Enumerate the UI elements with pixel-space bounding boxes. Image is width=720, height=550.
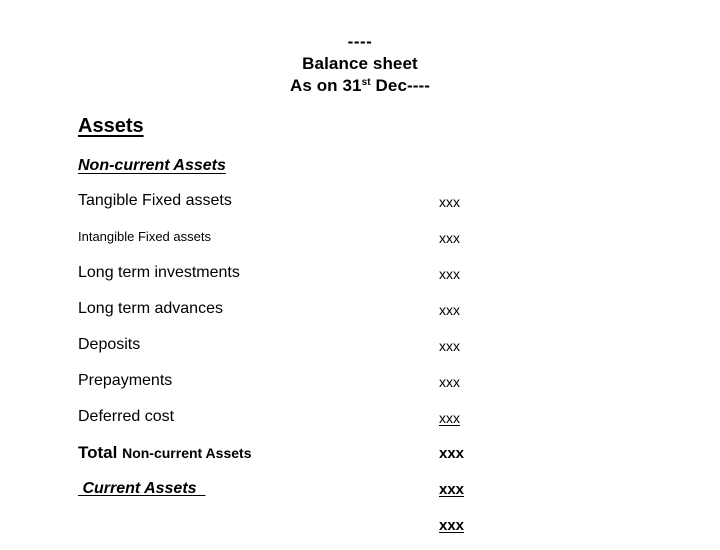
- row-amount: xxx: [439, 481, 465, 498]
- row-label: Deferred cost: [78, 408, 175, 425]
- table-row: Prepayments xxx: [0, 370, 720, 406]
- row-amount: xxx: [439, 266, 460, 282]
- table-row-current-assets: Current Assets xxx: [0, 478, 720, 514]
- row-amount: xxx: [439, 517, 465, 534]
- table-row: xxx: [0, 514, 720, 550]
- title-dashes-line: ----: [347, 32, 373, 51]
- row-amount: xxx: [439, 410, 460, 426]
- line-item-list: Tangible Fixed assets xxx Intangible Fix…: [0, 190, 720, 550]
- row-amount: xxx: [439, 230, 460, 246]
- row-label-trail: Non-current Assets: [122, 445, 252, 461]
- row-label: Long term investments: [78, 264, 240, 281]
- row-label: Current Assets: [78, 480, 206, 497]
- row-label: Deposits: [78, 336, 141, 353]
- table-row: Deferred cost xxx: [0, 406, 720, 442]
- title-date-ordinal: st: [361, 77, 371, 88]
- title-date-suffix: Dec----: [370, 76, 431, 95]
- balance-sheet-slide: ---- Balance sheet As on 31st Dec---- As…: [0, 0, 720, 540]
- table-row: Deposits xxx: [0, 334, 720, 370]
- table-row: Tangible Fixed assets xxx: [0, 190, 720, 226]
- title-block: ---- Balance sheet As on 31st Dec----: [180, 31, 540, 97]
- assets-heading: Assets: [78, 115, 144, 137]
- title-as-on-date: As on 31st Dec----: [180, 75, 540, 97]
- row-amount: xxx: [439, 374, 460, 390]
- non-current-assets-heading: Non-current Assets: [78, 157, 226, 174]
- row-amount: xxx: [439, 445, 465, 462]
- table-row-total: Total Non-current Assets xxx: [0, 442, 720, 478]
- row-label: Tangible Fixed assets: [78, 192, 232, 209]
- row-label: Prepayments: [78, 372, 173, 389]
- table-row: Long term investments xxx: [0, 262, 720, 298]
- row-label: Total Non-current Assets: [78, 442, 251, 465]
- row-label: Long term advances: [78, 300, 223, 317]
- row-amount: xxx: [439, 338, 460, 354]
- row-label: Intangible Fixed assets: [78, 229, 211, 244]
- table-row: Long term advances xxx: [0, 298, 720, 334]
- row-label-lead: Total: [78, 443, 123, 462]
- title-date-prefix: As on 31: [289, 76, 362, 95]
- table-row: Intangible Fixed assets xxx: [0, 226, 720, 262]
- title-balance-sheet: Balance sheet: [302, 54, 418, 73]
- row-amount: xxx: [439, 302, 460, 318]
- row-amount: xxx: [439, 194, 460, 210]
